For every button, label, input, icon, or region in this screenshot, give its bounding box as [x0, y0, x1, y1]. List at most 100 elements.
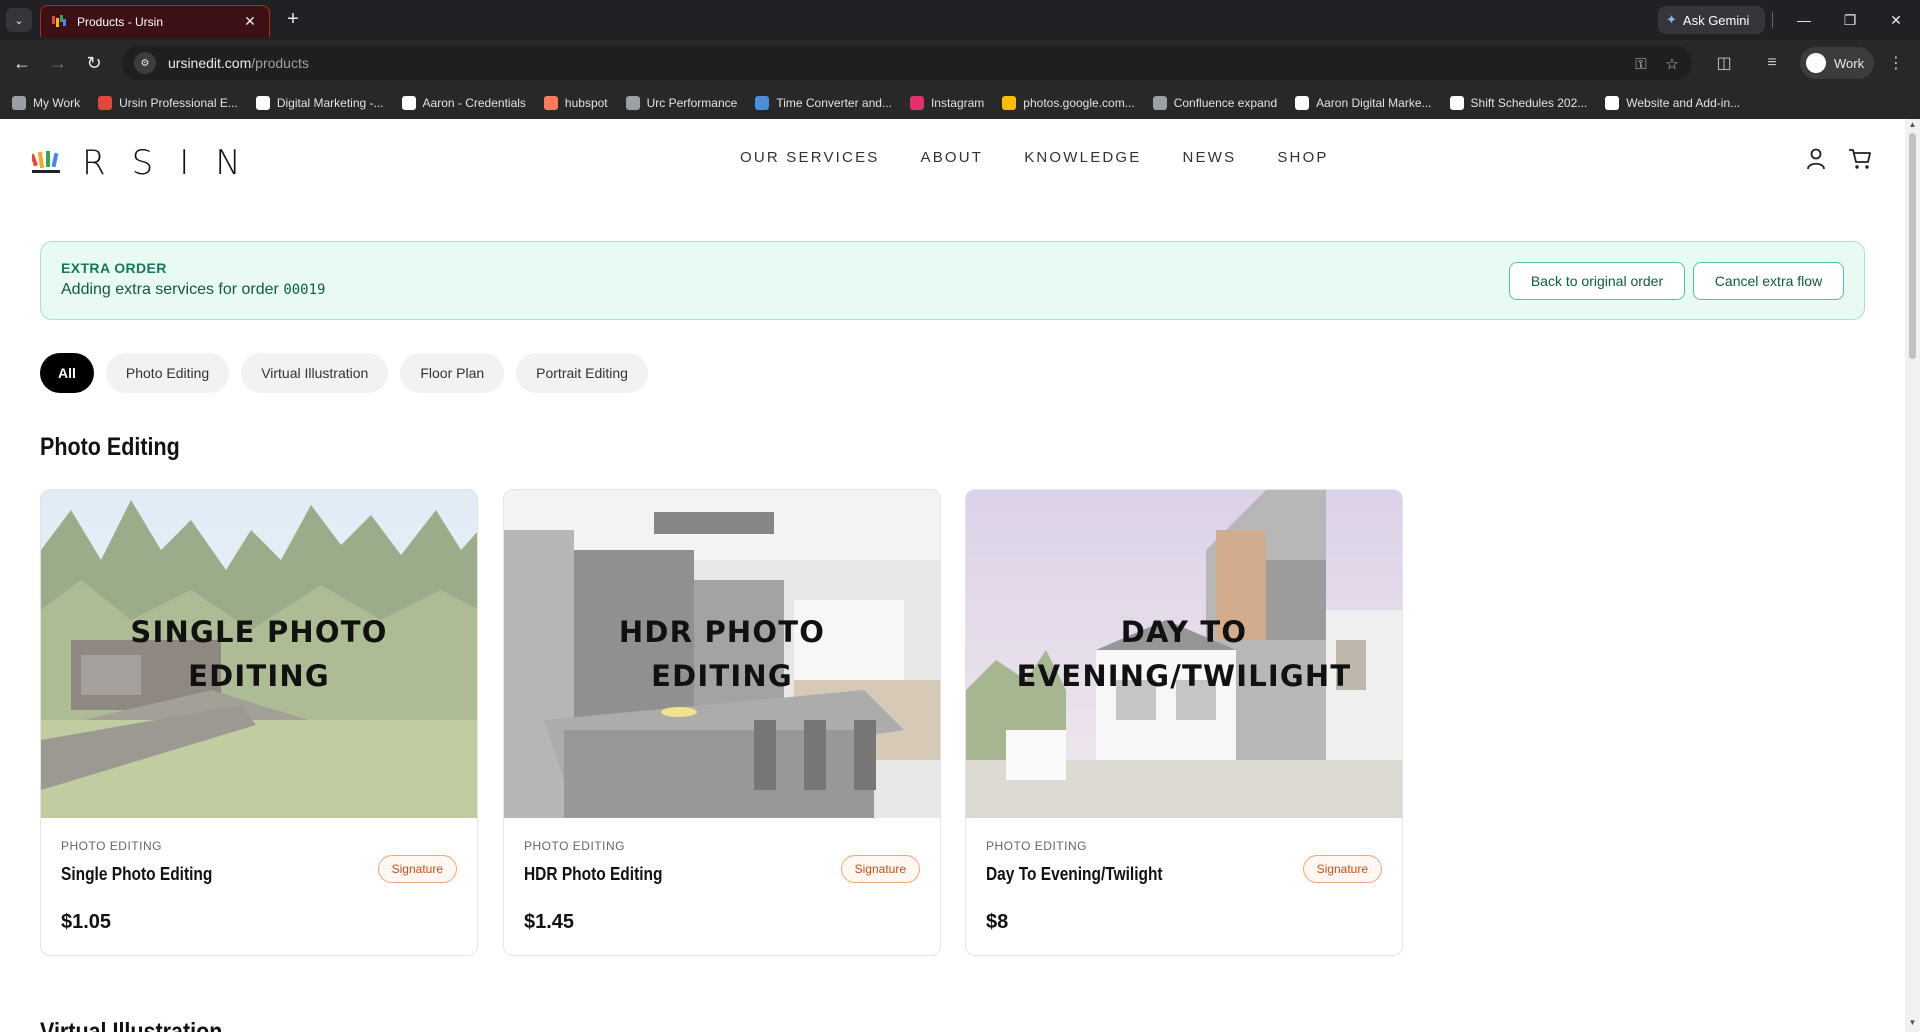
scrollbar-thumb[interactable]: [1909, 133, 1916, 359]
product-name[interactable]: Day To Evening/Twilight: [986, 864, 1163, 885]
bookmark-favicon-icon: [909, 95, 924, 110]
bookmark-star-icon[interactable]: ☆: [1663, 55, 1681, 73]
reload-icon[interactable]: ↻: [82, 51, 106, 75]
bookmark-item[interactable]: Digital Marketing -...: [255, 95, 384, 110]
filter-floor-plan[interactable]: Floor Plan: [400, 353, 505, 393]
bookmark-item[interactable]: Ursin Professional E...: [98, 95, 238, 110]
filter-all[interactable]: All: [40, 353, 94, 393]
signature-badge: Signature: [377, 855, 457, 883]
bookmark-item[interactable]: Urc Performance: [625, 95, 737, 110]
nav-news[interactable]: NEWS: [1183, 149, 1237, 166]
bookmark-item[interactable]: Aaron - Credentials: [401, 95, 526, 110]
ask-gemini-button[interactable]: ✦ Ask Gemini: [1658, 6, 1765, 34]
product-card[interactable]: DAY TO EVENING/TWILIGHT PHOTO EDITING Da…: [965, 489, 1403, 956]
product-image[interactable]: HDR PHOTO EDITING: [504, 490, 940, 818]
account-user-icon[interactable]: [1804, 147, 1828, 171]
nav-about[interactable]: ABOUT: [921, 149, 984, 166]
back-to-original-order-button[interactable]: Back to original order: [1509, 262, 1685, 300]
site-info-icon[interactable]: ⚙: [134, 52, 156, 74]
product-card-body: PHOTO EDITING HDR Photo Editing Signatur…: [504, 818, 940, 955]
bookmark-favicon-icon: [98, 95, 113, 110]
url-host: ursinedit.com: [168, 55, 252, 71]
product-name[interactable]: HDR Photo Editing: [524, 864, 662, 885]
page-scrollbar[interactable]: ▲ ▼: [1905, 119, 1920, 1032]
nav-knowledge[interactable]: KNOWLEDGE: [1024, 149, 1141, 166]
browser-toolbar: ← → ↻ ⚙ ursinedit.com/products ⚿ ☆ ◫ ≡ W…: [0, 40, 1920, 86]
bookmark-item[interactable]: Instagram: [909, 95, 984, 110]
tab-title: Products - Ursin: [77, 14, 164, 29]
bookmark-label: Aaron Digital Marke...: [1316, 95, 1432, 110]
tab-search-chevron-icon[interactable]: ⌄: [6, 8, 32, 32]
new-tab-plus-icon[interactable]: +: [282, 9, 304, 31]
site-header: RSIN OUR SERVICES ABOUT KNOWLEDGE NEWS S…: [0, 119, 1905, 199]
extra-order-number: 00019: [283, 282, 326, 298]
scroll-up-arrow-icon[interactable]: ▲: [1908, 121, 1917, 129]
forward-arrow-icon[interactable]: →: [46, 51, 70, 75]
cancel-extra-flow-button[interactable]: Cancel extra flow: [1693, 262, 1844, 300]
bookmark-item[interactable]: Website and Add-in...: [1605, 95, 1741, 110]
category-filters: All Photo Editing Virtual Illustration F…: [40, 353, 648, 393]
separator: [1772, 12, 1773, 28]
filter-photo-editing[interactable]: Photo Editing: [105, 353, 230, 393]
product-image[interactable]: DAY TO EVENING/TWILIGHT: [966, 490, 1402, 818]
extra-order-tag: EXTRA ORDER: [61, 260, 167, 276]
profile-label: Work: [1834, 55, 1865, 71]
product-card[interactable]: SINGLE PHOTO EDITING PHOTO EDITING Singl…: [40, 489, 478, 956]
bookmark-favicon-icon: [12, 95, 26, 110]
tab-close-icon[interactable]: ✕: [241, 13, 259, 30]
extensions-puzzle-icon[interactable]: ◫: [1712, 51, 1736, 75]
browser-tab-strip: ⌄ Products - Ursin ✕ + ✦ Ask Gemini — ❐ …: [0, 0, 1920, 40]
bookmark-item[interactable]: hubspot: [543, 95, 608, 110]
product-price: $1.05: [61, 911, 112, 933]
bookmark-item[interactable]: Aaron Digital Marke...: [1295, 95, 1432, 110]
section-title-photo-editing: Photo Editing: [40, 433, 180, 461]
filter-virtual-illustration[interactable]: Virtual Illustration: [241, 353, 389, 393]
nav-shop[interactable]: SHOP: [1277, 149, 1328, 166]
bookmark-item[interactable]: Time Converter and...: [755, 95, 892, 110]
bookmark-item[interactable]: photos.google.com...: [1002, 95, 1135, 110]
signature-badge: Signature: [840, 855, 920, 883]
site-logo[interactable]: RSIN: [32, 143, 267, 183]
media-queue-icon[interactable]: ≡: [1760, 51, 1784, 75]
product-card[interactable]: HDR PHOTO EDITING PHOTO EDITING HDR Phot…: [503, 489, 941, 956]
bookmark-label: Time Converter and...: [776, 95, 892, 110]
product-card-body: PHOTO EDITING Single Photo Editing Signa…: [41, 818, 477, 955]
bookmark-label: My Work: [33, 95, 81, 110]
bookmark-label: Website and Add-in...: [1626, 95, 1741, 110]
bookmark-label: Ursin Professional E...: [119, 95, 238, 110]
signature-badge: Signature: [1302, 855, 1382, 883]
back-arrow-icon[interactable]: ←: [10, 51, 34, 75]
address-bar[interactable]: ⚙ ursinedit.com/products: [122, 46, 1692, 80]
scroll-down-arrow-icon[interactable]: ▼: [1908, 1019, 1917, 1027]
bookmark-label: Digital Marketing -...: [276, 95, 384, 110]
product-name[interactable]: Single Photo Editing: [61, 864, 212, 885]
product-card-body: PHOTO EDITING Day To Evening/Twilight Si…: [966, 818, 1402, 955]
password-key-icon[interactable]: ⚿: [1632, 55, 1650, 73]
ursin-favicon-icon: [51, 14, 67, 30]
bookmark-favicon-icon: [1295, 95, 1310, 110]
bookmark-item[interactable]: Confluence expand: [1152, 95, 1277, 110]
product-image-title: DAY TO EVENING/TWILIGHT: [1016, 615, 1352, 693]
chrome-menu-icon[interactable]: ⋮: [1884, 51, 1908, 75]
cart-icon[interactable]: [1848, 147, 1872, 171]
bookmark-favicon-icon: [625, 95, 640, 110]
close-window-icon[interactable]: ✕: [1880, 8, 1912, 32]
profile-button[interactable]: Work: [1800, 47, 1874, 79]
logo-wordmark: RSIN: [82, 143, 267, 183]
bookmark-item[interactable]: Shift Schedules 202...: [1449, 95, 1588, 110]
browser-tab-active[interactable]: Products - Ursin ✕: [40, 5, 270, 37]
bookmark-favicon-icon: [543, 95, 558, 110]
section-title-virtual-illustration: Virtual Illustration: [40, 1018, 223, 1032]
restore-icon[interactable]: ❐: [1834, 8, 1866, 32]
gemini-sparkle-icon: ✦: [1666, 12, 1677, 27]
filter-portrait-editing[interactable]: Portrait Editing: [516, 353, 648, 393]
minimize-icon[interactable]: —: [1788, 8, 1820, 32]
main-navigation: OUR SERVICES ABOUT KNOWLEDGE NEWS SHOP: [740, 149, 1329, 166]
extra-order-text: Adding extra services for order: [61, 281, 279, 298]
nav-our-services[interactable]: OUR SERVICES: [740, 149, 880, 166]
bookmark-label: photos.google.com...: [1023, 95, 1135, 110]
product-image[interactable]: SINGLE PHOTO EDITING: [41, 490, 477, 818]
bookmark-label: hubspot: [564, 95, 608, 110]
bookmark-item[interactable]: My Work: [12, 95, 81, 110]
bookmark-label: Shift Schedules 202...: [1470, 95, 1588, 110]
